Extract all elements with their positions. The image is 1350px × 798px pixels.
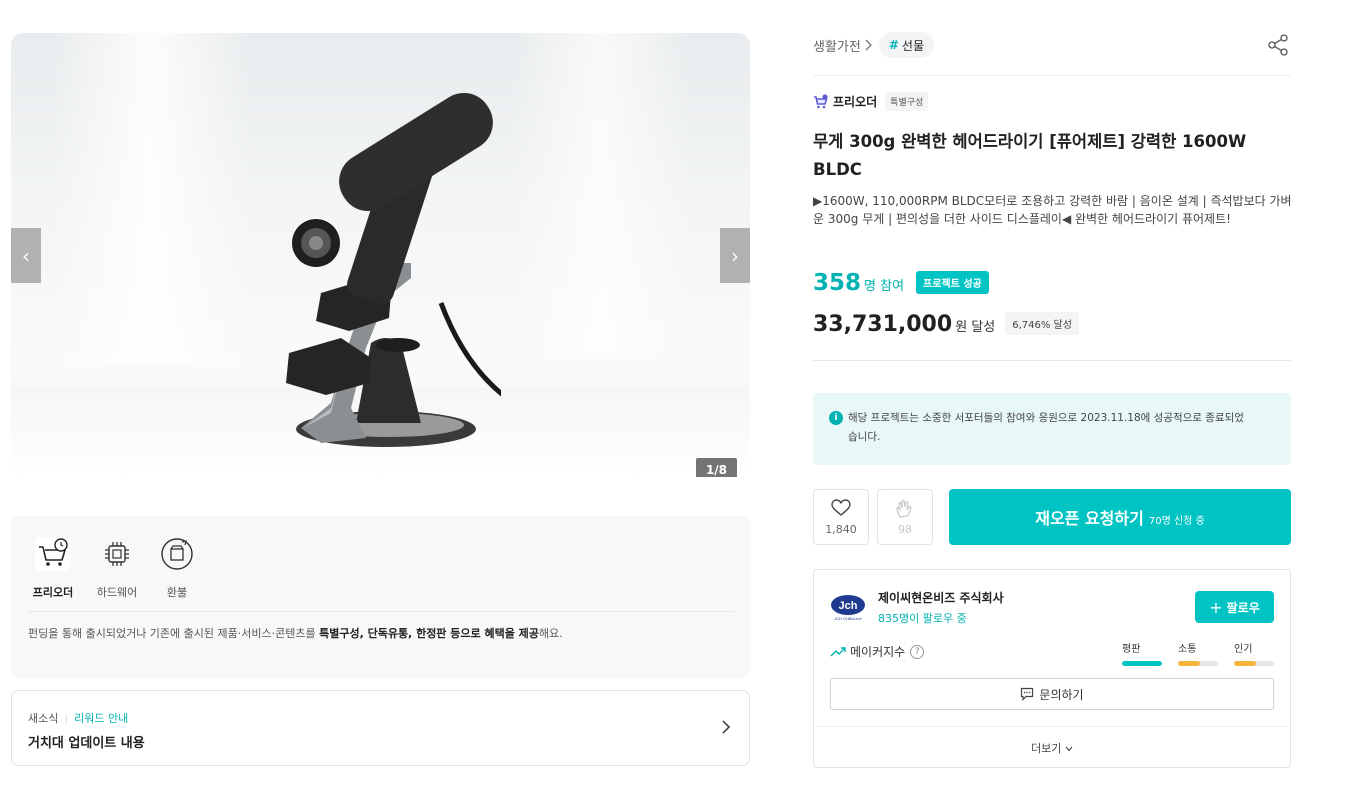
project-ended-notice: i 해당 프로젝트는 소중한 서포터들의 참여와 응원으로 2023.11.18… <box>813 393 1291 465</box>
meter-bar <box>1122 661 1162 666</box>
image-counter: 1/8 <box>696 458 737 477</box>
more-label: 더보기 <box>1031 742 1062 755</box>
maker-followers: 835명이 팔로우 중 <box>878 612 967 625</box>
meter-bar <box>1234 661 1274 666</box>
chevron-right-icon <box>722 720 731 734</box>
follow-button[interactable]: + 팔로우 <box>1195 591 1274 623</box>
preorder-label-row: 프리오더 특별구성 <box>813 92 929 111</box>
background-window-light <box>51 33 251 363</box>
badge-label: 프리오더 <box>32 586 74 599</box>
meter-reputation: 평판 <box>1122 640 1162 666</box>
breadcrumb: 생활가전 # 선물 <box>813 32 934 58</box>
meter-label: 인기 <box>1234 644 1253 655</box>
breadcrumb-tag[interactable]: # 선물 <box>878 32 934 58</box>
meter-bar <box>1178 661 1218 666</box>
share-icon[interactable] <box>1266 33 1290 57</box>
meter-communication: 소통 <box>1178 640 1218 666</box>
chevron-right-icon <box>865 39 872 51</box>
chevron-down-icon <box>1065 746 1073 752</box>
chip-icon <box>99 536 135 572</box>
chat-icon <box>1020 687 1034 701</box>
hash-icon: # <box>888 38 899 52</box>
chevron-left-icon: ‹ <box>22 243 30 268</box>
desc-text: 펀딩을 통해 출시되었거나 기존에 출시된 제품·서비스·콘텐츠를 <box>28 627 320 640</box>
meter-fill <box>1234 661 1256 666</box>
amount-value: 33,731,000 <box>813 312 953 337</box>
notice-text: 해당 프로젝트는 소중한 서포터들의 참여와 응원으로 2023.11.18에 … <box>848 412 1244 443</box>
divider <box>813 360 1291 361</box>
help-icon[interactable]: ? <box>910 644 925 659</box>
product-title: 무게 300g 완벽한 헤어드라이기 [퓨어제트] 강력한 1600W BLDC <box>813 132 1247 179</box>
meter-label: 소통 <box>1178 644 1197 655</box>
cheer-count: 98 <box>898 523 912 536</box>
preorder-name: 프리오더 <box>833 95 878 109</box>
project-type-badges: 프리오더 하드웨어 환불 펀딩을 통해 출시되었거나 기존에 출시된 제품·서비… <box>11 516 750 678</box>
meter-fill <box>1122 661 1162 666</box>
news-tags: 새소식 | 리워드 안내 <box>28 710 128 726</box>
preorder-cart-icon <box>814 93 828 108</box>
desc-bold-text: 특별구성, 단독유통, 한정판 등으로 혜택을 제공 <box>319 627 539 640</box>
badge-label: 하드웨어 <box>96 586 138 599</box>
maker-index-label: 메이커지수 <box>850 645 906 659</box>
reopen-request-button[interactable]: 재오픈 요청하기 70명 신청 중 <box>949 489 1291 545</box>
gallery-prev-button[interactable]: ‹ <box>11 228 41 283</box>
cta-sub-label: 70명 신청 중 <box>1148 515 1205 527</box>
heart-icon <box>814 499 868 519</box>
cart-clock-icon <box>35 536 71 572</box>
reward-guide-tag: 리워드 안내 <box>74 712 129 725</box>
badge-description: 펀딩을 통해 출시되었거나 기존에 출시된 제품·서비스·콘텐츠를 특별구성, … <box>28 625 563 641</box>
plus-icon: + <box>1209 597 1223 617</box>
news-tag: 새소식 <box>28 712 59 725</box>
desc-text: 해요. <box>538 627 563 640</box>
meter-fill <box>1178 661 1200 666</box>
inquiry-label: 문의하기 <box>1039 687 1084 702</box>
maker-index: 메이커지수 ? <box>830 643 925 660</box>
follow-label: 팔로우 <box>1226 600 1260 615</box>
tag-divider: | <box>64 712 69 725</box>
hair-dryer-product-image <box>286 92 501 447</box>
badge-preorder[interactable]: 프리오더 <box>23 536 83 600</box>
info-icon: i <box>829 411 843 425</box>
news-title: 거치대 업데이트 내용 <box>28 736 145 751</box>
amount-stat: 33,731,000 원 달성 6,746% 달성 <box>813 312 1079 338</box>
news-update-card[interactable]: 새소식 | 리워드 안내 거치대 업데이트 내용 <box>11 690 750 766</box>
success-badge: 프로젝트 성공 <box>916 271 989 294</box>
meter-popularity: 인기 <box>1234 640 1274 666</box>
maker-info-card: Jch JCH OnBizLine 제이씨현온비즈 주식회사 835명이 팔로우… <box>813 569 1291 768</box>
maker-name[interactable]: 제이씨현온비즈 주식회사 <box>878 589 1004 606</box>
like-button[interactable]: 1,840 <box>813 489 869 545</box>
participants-unit: 명 참여 <box>864 279 905 294</box>
breadcrumb-category[interactable]: 생활가전 <box>813 36 861 55</box>
cta-main-label: 재오픈 요청하기 <box>1035 509 1144 528</box>
meter-label: 평판 <box>1122 644 1141 655</box>
clap-hands-icon <box>878 499 932 519</box>
product-subtitle: ▶1600W, 110,000RPM BLDC모터로 조용하고 강력한 바람 |… <box>813 194 1292 226</box>
refund-icon <box>159 536 195 572</box>
more-button[interactable]: 더보기 <box>814 740 1290 756</box>
badge-hardware[interactable]: 하드웨어 <box>87 536 147 600</box>
divider <box>814 726 1290 727</box>
maker-logo[interactable]: Jch JCH OnBizLine <box>830 594 866 622</box>
amount-unit: 원 달성 <box>955 320 996 335</box>
cheer-button[interactable]: 98 <box>877 489 933 545</box>
background-window-light <box>511 33 691 353</box>
product-image-gallery[interactable]: 1/8 <box>11 33 750 477</box>
inquiry-button[interactable]: 문의하기 <box>830 678 1274 710</box>
achievement-rate-badge: 6,746% 달성 <box>1005 312 1079 335</box>
chevron-right-icon: › <box>731 243 739 268</box>
like-count: 1,840 <box>825 523 857 536</box>
participants-stat: 358 명 참여 프로젝트 성공 <box>813 270 989 297</box>
divider <box>28 611 734 612</box>
divider <box>813 75 1291 76</box>
badge-refund[interactable]: 환불 <box>147 536 207 600</box>
tag-label: 선물 <box>901 38 924 53</box>
svg-text:JCH OnBizLine: JCH OnBizLine <box>834 616 862 621</box>
special-edition-chip: 특별구성 <box>885 92 929 111</box>
participants-count: 358 <box>813 270 862 296</box>
svg-text:Jch: Jch <box>839 600 858 612</box>
trend-up-icon <box>830 646 846 656</box>
badge-label: 환불 <box>166 586 188 599</box>
gallery-next-button[interactable]: › <box>720 228 750 283</box>
